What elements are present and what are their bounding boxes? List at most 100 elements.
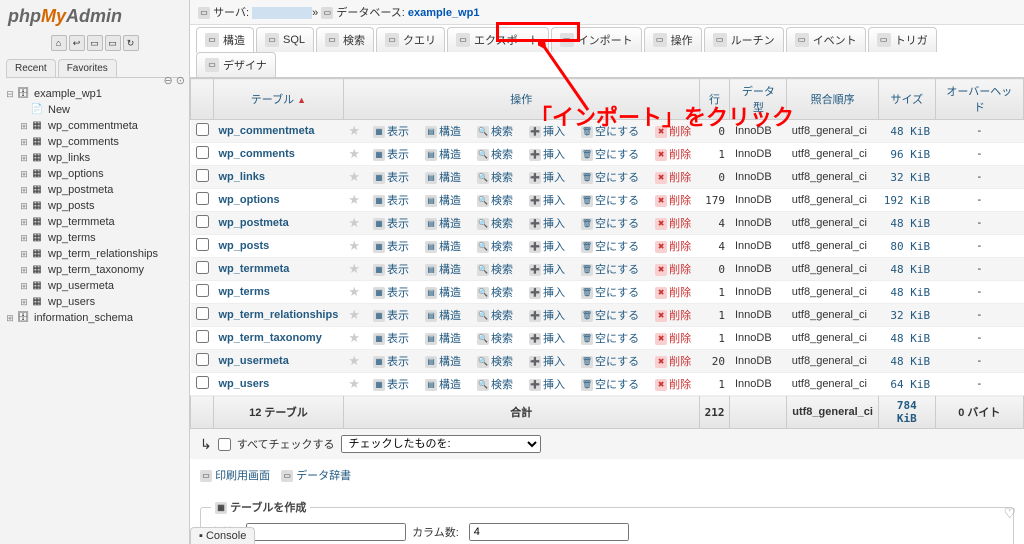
star-icon[interactable]: ★ [348,284,360,299]
tab-sql[interactable]: ▭SQL [256,27,314,52]
reload-icon[interactable]: ↻ [123,35,139,51]
row-check[interactable] [196,192,209,205]
search-op[interactable]: 🔍検索 [474,217,516,231]
star-icon[interactable]: ★ [348,192,360,207]
insert-op[interactable]: ➕挿入 [526,355,568,369]
tab-operations[interactable]: ▭操作 [644,27,702,52]
structure-op[interactable]: ▤構造 [422,309,464,323]
db-link[interactable]: example_wp1 [408,7,480,19]
row-check[interactable] [196,307,209,320]
drop-op[interactable]: ✖削除 [652,194,694,208]
favorite-icon[interactable]: ♡ [1003,505,1016,522]
tree-table[interactable]: ⊞▦wp_postmeta [18,182,185,198]
star-icon[interactable]: ★ [348,169,360,184]
drop-op[interactable]: ✖削除 [652,378,694,392]
home-icon[interactable]: ⌂ [51,35,67,51]
browse-op[interactable]: ▦表示 [370,240,412,254]
table-link[interactable]: wp_commentmeta [219,125,315,137]
table-link[interactable]: wp_terms [219,286,270,298]
search-op[interactable]: 🔍検索 [474,240,516,254]
search-op[interactable]: 🔍検索 [474,355,516,369]
tab-recent[interactable]: Recent [6,59,56,77]
browse-op[interactable]: ▦表示 [370,378,412,392]
data-dict-link[interactable]: データ辞書 [296,470,351,482]
insert-op[interactable]: ➕挿入 [526,148,568,162]
structure-op[interactable]: ▤構造 [422,148,464,162]
tree-table[interactable]: ⊞▦wp_usermeta [18,278,185,294]
structure-op[interactable]: ▤構造 [422,125,464,139]
tree-table[interactable]: ⊞▦wp_posts [18,198,185,214]
row-check[interactable] [196,146,209,159]
search-op[interactable]: 🔍検索 [474,309,516,323]
drop-op[interactable]: ✖削除 [652,332,694,346]
tab-routines[interactable]: ▭ルーチン [704,27,784,52]
row-check[interactable] [196,238,209,251]
drop-op[interactable]: ✖削除 [652,240,694,254]
browse-op[interactable]: ▦表示 [370,332,412,346]
row-check[interactable] [196,169,209,182]
empty-op[interactable]: 🗑空にする [578,148,642,162]
row-check[interactable] [196,353,209,366]
table-link[interactable]: wp_termmeta [219,263,290,275]
browse-op[interactable]: ▦表示 [370,309,412,323]
tree-table[interactable]: ⊞▦wp_terms [18,230,185,246]
structure-op[interactable]: ▤構造 [422,286,464,300]
search-op[interactable]: 🔍検索 [474,286,516,300]
collapse-icon[interactable]: ⊖ ⊙ [164,74,186,87]
tab-events[interactable]: ▭イベント [786,27,866,52]
with-selected[interactable]: チェックしたものを: [341,435,541,453]
table-link[interactable]: wp_links [219,171,265,183]
empty-op[interactable]: 🗑空にする [578,332,642,346]
row-check[interactable] [196,330,209,343]
empty-op[interactable]: 🗑空にする [578,125,642,139]
empty-op[interactable]: 🗑空にする [578,309,642,323]
insert-op[interactable]: ➕挿入 [526,171,568,185]
table-link[interactable]: wp_options [219,194,280,206]
insert-op[interactable]: ➕挿入 [526,125,568,139]
drop-op[interactable]: ✖削除 [652,263,694,277]
search-op[interactable]: 🔍検索 [474,194,516,208]
structure-op[interactable]: ▤構造 [422,378,464,392]
drop-op[interactable]: ✖削除 [652,309,694,323]
tab-structure[interactable]: ▭構造 [196,27,254,53]
browse-op[interactable]: ▦表示 [370,171,412,185]
browse-op[interactable]: ▦表示 [370,217,412,231]
empty-op[interactable]: 🗑空にする [578,355,642,369]
row-check[interactable] [196,284,209,297]
star-icon[interactable]: ★ [348,238,360,253]
search-op[interactable]: 🔍検索 [474,332,516,346]
drop-op[interactable]: ✖削除 [652,125,694,139]
structure-op[interactable]: ▤構造 [422,194,464,208]
empty-op[interactable]: 🗑空にする [578,194,642,208]
logout-icon[interactable]: ↩ [69,35,85,51]
print-view-link[interactable]: 印刷用画面 [215,470,270,482]
browse-op[interactable]: ▦表示 [370,286,412,300]
docs-icon[interactable]: ▭ [87,35,103,51]
insert-op[interactable]: ➕挿入 [526,263,568,277]
insert-op[interactable]: ➕挿入 [526,240,568,254]
tab-triggers[interactable]: ▭トリガ [868,27,937,52]
row-check[interactable] [196,376,209,389]
table-link[interactable]: wp_term_taxonomy [219,332,322,344]
table-name-input[interactable] [246,523,406,541]
nav-icon[interactable]: ▭ [105,35,121,51]
tree-table[interactable]: ⊞▦wp_links [18,150,185,166]
star-icon[interactable]: ★ [348,330,360,345]
structure-op[interactable]: ▤構造 [422,171,464,185]
drop-op[interactable]: ✖削除 [652,217,694,231]
search-op[interactable]: 🔍検索 [474,148,516,162]
search-op[interactable]: 🔍検索 [474,263,516,277]
structure-op[interactable]: ▤構造 [422,332,464,346]
browse-op[interactable]: ▦表示 [370,263,412,277]
table-link[interactable]: wp_comments [219,148,295,160]
browse-op[interactable]: ▦表示 [370,355,412,369]
table-link[interactable]: wp_users [219,378,270,390]
insert-op[interactable]: ➕挿入 [526,217,568,231]
table-link[interactable]: wp_term_relationships [219,309,339,321]
empty-op[interactable]: 🗑空にする [578,286,642,300]
tree-table[interactable]: ⊞▦wp_termmeta [18,214,185,230]
check-all-label[interactable]: すべてチェックする [237,436,335,452]
structure-op[interactable]: ▤構造 [422,240,464,254]
empty-op[interactable]: 🗑空にする [578,171,642,185]
star-icon[interactable]: ★ [348,146,360,161]
